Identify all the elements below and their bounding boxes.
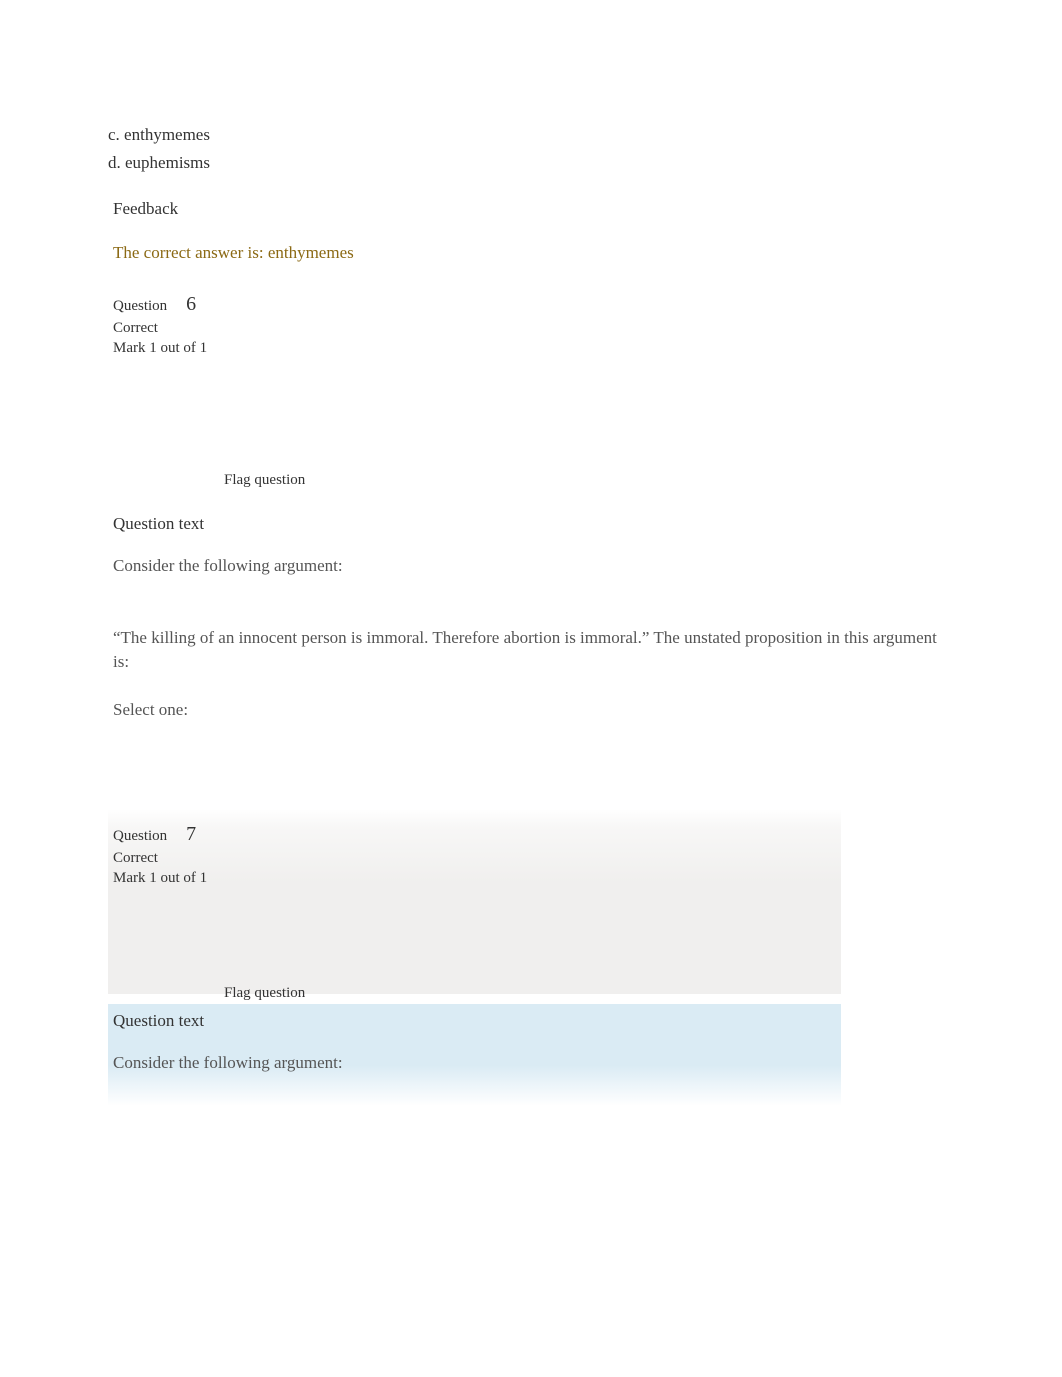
question-intro: Consider the following argument: [113,1053,841,1073]
question-body: “The killing of an innocent person is im… [113,626,949,674]
question-number: 7 [186,823,196,845]
answer-option-c: c. enthymemes [108,125,949,145]
answer-option-d: d. euphemisms [108,153,949,173]
feedback-text: The correct answer is: enthymemes [113,243,949,263]
question-label: Question [113,298,167,314]
question-status: Correct [113,850,841,867]
select-one-label: Select one: [113,700,949,720]
question-intro: Consider the following argument: [113,556,949,576]
flag-question-link[interactable]: Flag question [224,985,841,1002]
question-text-heading: Question text [113,1011,841,1031]
question-meta-7-block: Question 7 Correct Mark 1 out of 1 Flag … [108,809,841,994]
flag-question-link[interactable]: Flag question [224,472,949,489]
feedback-heading: Feedback [113,199,949,219]
question-text-heading: Question text [113,514,949,534]
question-meta-6: Question 6 Correct Mark 1 out of 1 [113,293,949,357]
question-mark: Mark 1 out of 1 [113,870,841,887]
question-mark: Mark 1 out of 1 [113,340,949,357]
question-status: Correct [113,320,949,337]
question-7-body-block: Question text Consider the following arg… [108,1004,841,1106]
question-label: Question [113,828,167,844]
question-number: 6 [186,293,196,315]
